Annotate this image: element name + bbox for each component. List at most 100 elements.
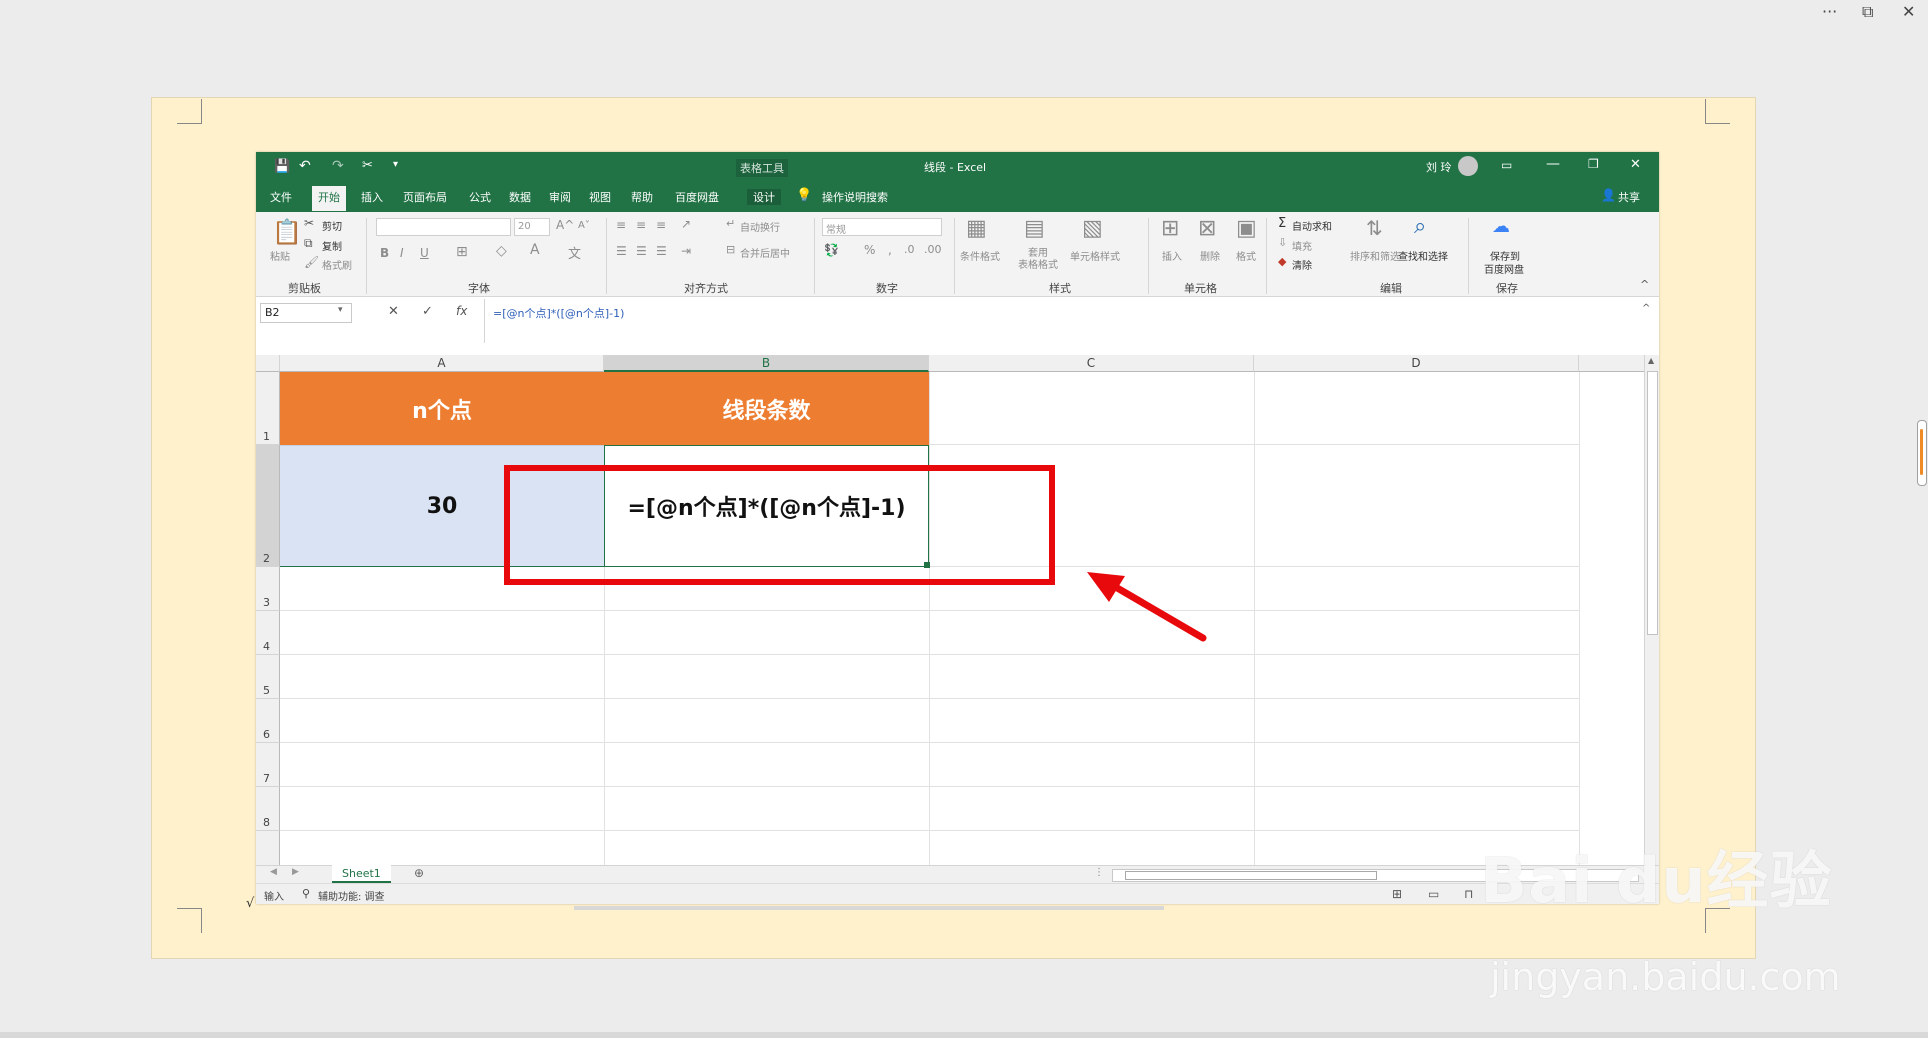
tab-insert[interactable]: 插入 bbox=[361, 189, 383, 205]
next-sheet-icon[interactable]: ▶ bbox=[292, 867, 299, 877]
vertical-scrollbar[interactable]: ▲ bbox=[1644, 355, 1659, 865]
tab-view[interactable]: 视图 bbox=[589, 189, 611, 205]
expand-formula-bar-icon[interactable]: ^ bbox=[1642, 303, 1650, 314]
restore-window-icon[interactable]: ⧉ bbox=[1862, 2, 1873, 22]
format-cells-button[interactable]: 格式 bbox=[1236, 248, 1256, 263]
viewer-horizontal-scrollbar[interactable] bbox=[0, 1032, 1928, 1038]
undo-icon[interactable]: ↶ bbox=[299, 158, 311, 174]
viewer-vertical-scrollbar[interactable] bbox=[1917, 420, 1927, 486]
accounting-icon[interactable]: 💱 bbox=[824, 243, 839, 257]
clear-button[interactable]: 清除 bbox=[1292, 257, 1312, 272]
comma-icon[interactable]: , bbox=[888, 243, 892, 257]
paste-button[interactable]: 粘贴 bbox=[270, 248, 290, 263]
format-as-table-button[interactable]: 套用 表格格式 bbox=[1010, 248, 1066, 272]
orientation-icon[interactable]: ↗ bbox=[681, 217, 691, 231]
column-header-d[interactable]: D bbox=[1254, 355, 1579, 372]
cancel-formula-button[interactable]: ✕ bbox=[388, 304, 399, 319]
redo-icon[interactable]: ↷ bbox=[332, 158, 344, 174]
tab-help[interactable]: 帮助 bbox=[631, 189, 653, 205]
row-header-2[interactable]: 2 bbox=[256, 445, 280, 567]
formula-input[interactable]: =[@n个点]*([@n个点]-1) bbox=[484, 299, 1654, 343]
name-box-dropdown-icon[interactable]: ▾ bbox=[338, 305, 343, 315]
italic-button[interactable]: I bbox=[400, 246, 404, 260]
minimize-icon[interactable]: — bbox=[1546, 156, 1560, 172]
font-size-dropdown[interactable]: 20 bbox=[514, 218, 550, 236]
add-sheet-icon[interactable]: ⊕ bbox=[414, 866, 424, 880]
tab-page-layout[interactable]: 页面布局 bbox=[403, 189, 447, 205]
underline-button[interactable]: U bbox=[420, 246, 429, 260]
wrap-text-button[interactable]: 自动换行 bbox=[740, 219, 780, 234]
tab-data[interactable]: 数据 bbox=[509, 189, 531, 205]
prev-sheet-icon[interactable]: ◀ bbox=[270, 867, 277, 877]
delete-cells-button[interactable]: 删除 bbox=[1200, 248, 1220, 263]
select-all-corner[interactable] bbox=[256, 355, 280, 372]
increase-decimal-icon[interactable]: .0 bbox=[904, 243, 915, 256]
viewer-scroll-thumb[interactable] bbox=[1920, 429, 1923, 475]
percent-icon[interactable]: % bbox=[864, 243, 875, 257]
align-top-icon[interactable]: ≡ bbox=[616, 218, 626, 232]
grow-font-icon[interactable]: A^ bbox=[556, 218, 574, 232]
collapse-ribbon-icon[interactable]: ^ bbox=[1640, 278, 1649, 291]
accessibility-status[interactable]: 辅助功能: 调查 bbox=[318, 888, 385, 903]
phonetic-icon[interactable]: 文 bbox=[568, 243, 581, 262]
more-options-icon[interactable]: ··· bbox=[1822, 2, 1837, 21]
ribbon-display-icon[interactable]: ▭ bbox=[1501, 158, 1512, 172]
save-icon[interactable]: 💾 bbox=[274, 159, 290, 174]
normal-view-icon[interactable]: ⊞ bbox=[1392, 887, 1402, 901]
qat-customize-icon[interactable]: ▾ bbox=[393, 159, 398, 170]
font-color-icon[interactable]: A bbox=[530, 242, 540, 258]
enter-formula-button[interactable]: ✓ bbox=[422, 304, 433, 319]
row-header-6[interactable]: 6 bbox=[256, 699, 280, 743]
worksheet-grid[interactable]: A B C D 1 2 3 4 5 6 7 8 n个点 线段条数 30 =[@n… bbox=[256, 355, 1649, 865]
fill-color-icon[interactable]: ◇ bbox=[496, 243, 507, 259]
bold-button[interactable]: B bbox=[380, 246, 389, 260]
tab-split-handle[interactable]: ⋮ bbox=[1094, 867, 1104, 878]
align-bottom-icon[interactable]: ≡ bbox=[656, 218, 666, 232]
autosum-button[interactable]: 自动求和 bbox=[1292, 218, 1332, 233]
close-viewer-icon[interactable]: ✕ bbox=[1902, 2, 1915, 21]
find-select-button[interactable]: 查找和选择 bbox=[1398, 248, 1448, 263]
row-header-9[interactable] bbox=[256, 831, 280, 865]
copy-button[interactable]: 复制 bbox=[322, 238, 342, 253]
sort-filter-button[interactable]: 排序和筛选 bbox=[1350, 248, 1400, 263]
horizontal-scroll-thumb[interactable] bbox=[1125, 871, 1377, 880]
scroll-up-icon[interactable]: ▲ bbox=[1648, 356, 1654, 365]
vertical-scroll-thumb[interactable] bbox=[1647, 371, 1658, 635]
page-layout-view-icon[interactable]: ▭ bbox=[1428, 887, 1439, 901]
row-header-8[interactable]: 8 bbox=[256, 787, 280, 831]
tab-formulas[interactable]: 公式 bbox=[469, 189, 491, 205]
cell-b1[interactable]: 线段条数 bbox=[604, 372, 929, 445]
tab-home[interactable]: 开始 bbox=[312, 186, 346, 211]
column-header-b[interactable]: B bbox=[604, 355, 929, 372]
cell-styles-button[interactable]: 单元格样式 bbox=[1070, 248, 1120, 263]
sheet-tab-sheet1[interactable]: Sheet1 bbox=[332, 865, 391, 883]
cell-a1[interactable]: n个点 bbox=[280, 372, 604, 445]
tab-review[interactable]: 审阅 bbox=[549, 189, 571, 205]
insert-function-button[interactable]: fx bbox=[456, 304, 467, 318]
close-icon[interactable]: ✕ bbox=[1630, 157, 1641, 172]
shrink-font-icon[interactable]: A˅ bbox=[578, 220, 590, 231]
row-header-1[interactable]: 1 bbox=[256, 372, 280, 445]
page-break-view-icon[interactable]: ⊓ bbox=[1464, 887, 1473, 901]
borders-icon[interactable]: ⊞ bbox=[456, 244, 468, 260]
tab-file[interactable]: 文件 bbox=[270, 189, 292, 205]
merge-center-button[interactable]: 合并后居中 bbox=[740, 245, 790, 260]
insert-cells-button[interactable]: 插入 bbox=[1162, 248, 1182, 263]
tab-baidu-netdisk[interactable]: 百度网盘 bbox=[675, 189, 719, 205]
row-header-3[interactable]: 3 bbox=[256, 567, 280, 611]
row-header-5[interactable]: 5 bbox=[256, 655, 280, 699]
paste-icon[interactable]: 📋 bbox=[272, 218, 302, 246]
column-header-e[interactable] bbox=[1579, 355, 1649, 372]
column-header-a[interactable]: A bbox=[280, 355, 604, 372]
tell-me-search[interactable]: 操作说明搜索 bbox=[822, 189, 888, 205]
font-name-dropdown[interactable] bbox=[376, 218, 511, 236]
column-header-c[interactable]: C bbox=[929, 355, 1254, 372]
share-button[interactable]: 共享 bbox=[1618, 189, 1640, 205]
row-header-4[interactable]: 4 bbox=[256, 611, 280, 655]
align-right-icon[interactable]: ☰ bbox=[656, 244, 667, 258]
number-format-dropdown[interactable]: 常规 bbox=[822, 218, 942, 236]
align-center-icon[interactable]: ☰ bbox=[636, 244, 647, 258]
restore-icon[interactable]: ❐ bbox=[1588, 157, 1599, 171]
indent-icon[interactable]: ⇥ bbox=[681, 244, 691, 258]
align-left-icon[interactable]: ☰ bbox=[616, 244, 627, 258]
